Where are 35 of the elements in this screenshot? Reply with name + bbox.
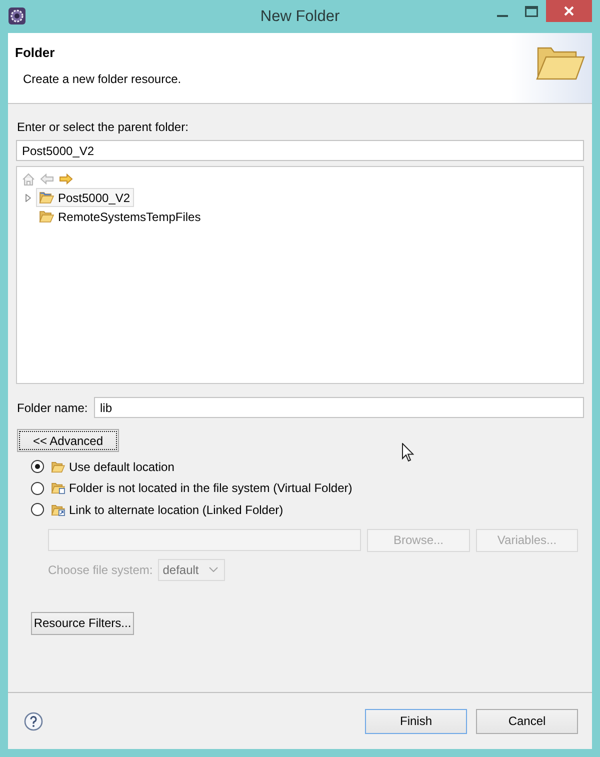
app-icon (8, 7, 26, 25)
page-description: Create a new folder resource. (23, 72, 182, 86)
window-title: New Folder (260, 7, 340, 26)
close-button[interactable] (546, 0, 592, 22)
forward-arrow-icon[interactable] (59, 173, 73, 185)
radio-button[interactable] (31, 503, 44, 516)
mouse-pointer-icon (402, 443, 414, 462)
virtual-folder-icon (51, 482, 65, 494)
project-folder-icon (39, 191, 54, 204)
finish-button[interactable]: Finish (365, 708, 467, 734)
tree-item[interactable]: Post5000_V2 (36, 188, 134, 207)
field-label: Choose file system: (48, 562, 153, 576)
parent-folder-field[interactable]: Post5000_V2 (16, 140, 584, 161)
option-label: Link to alternate location (Linked Folder) (69, 502, 284, 517)
option-label: Use default location (69, 460, 174, 474)
resource-filters-button[interactable]: Resource Filters... (31, 612, 134, 634)
option-label: Folder is not located in the file system (Virtual Folder) (69, 481, 352, 496)
folder-icon (51, 460, 65, 473)
page-title: Folder (15, 45, 55, 60)
radio-button[interactable] (31, 460, 44, 474)
radio-button[interactable] (31, 482, 44, 495)
cancel-button[interactable]: Cancel (476, 708, 578, 734)
chevron-down-icon (208, 567, 218, 572)
tree-item[interactable]: RemoteSystemsTempFiles (36, 207, 205, 226)
advanced-button[interactable]: << Advanced (17, 429, 119, 452)
folder-name-field[interactable]: lib (94, 397, 584, 418)
field-label: Enter or select the parent folder: (17, 120, 188, 134)
maximize-icon (525, 6, 538, 16)
field-label: Folder name: (17, 400, 89, 414)
minimize-icon (497, 15, 508, 17)
close-icon (564, 6, 574, 16)
folder-icon (39, 210, 54, 223)
help-icon[interactable] (24, 712, 43, 730)
expand-arrow-icon[interactable] (25, 194, 31, 202)
linked-folder-icon (51, 504, 65, 516)
